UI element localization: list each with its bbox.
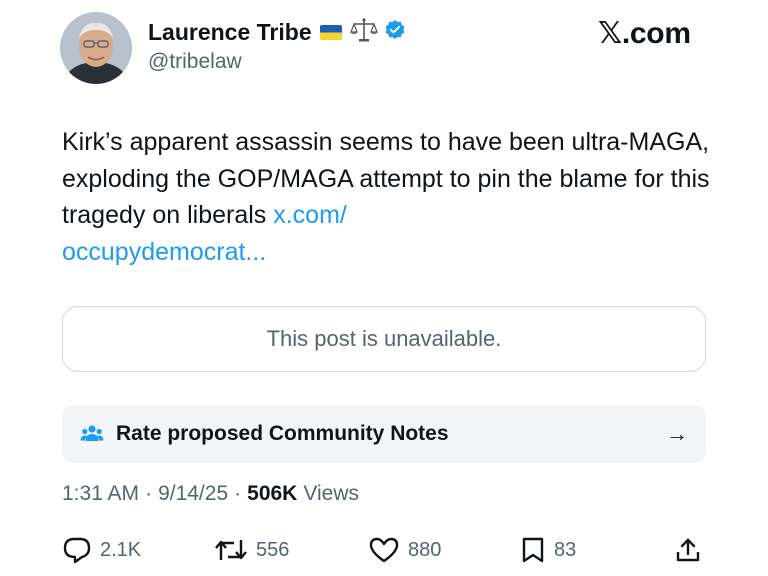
verified-badge-icon[interactable] bbox=[384, 19, 406, 46]
bookmark-icon bbox=[522, 537, 544, 563]
meta-separator: · bbox=[145, 482, 153, 505]
people-icon bbox=[80, 423, 104, 445]
reply-count: 2.1K bbox=[100, 538, 142, 561]
repost-icon bbox=[215, 540, 247, 560]
avatar-portrait bbox=[60, 12, 132, 84]
views-label: Views bbox=[303, 482, 359, 505]
views-count: 506K bbox=[247, 482, 298, 505]
heart-icon bbox=[369, 537, 399, 563]
author-name-row: Laurence Tribe bbox=[148, 16, 406, 48]
tweet-card: Laurence Tribe @tribelaw 𝕏.com Kirk’s ap… bbox=[0, 0, 768, 576]
meta-separator: · bbox=[234, 482, 242, 505]
reply-icon bbox=[63, 537, 91, 564]
reply-button[interactable]: 2.1K bbox=[62, 532, 141, 568]
post-body: Kirk’s apparent assassin seems to have b… bbox=[62, 124, 722, 270]
author-handle[interactable]: @tribelaw bbox=[148, 50, 242, 74]
post-meta: 1:31 AM · 9/14/25 · 506K Views bbox=[62, 482, 359, 506]
like-button[interactable]: 880 bbox=[368, 532, 441, 568]
x-logo: 𝕏.com bbox=[598, 17, 691, 50]
post-date[interactable]: 9/14/25 bbox=[158, 482, 228, 506]
action-bar: 2.1K 556 880 83 bbox=[62, 532, 706, 568]
repost-count: 556 bbox=[256, 538, 290, 561]
share-button[interactable] bbox=[674, 532, 702, 568]
bookmark-count: 83 bbox=[554, 538, 577, 561]
community-notes-banner[interactable]: Rate proposed Community Notes → bbox=[62, 405, 706, 463]
bookmark-button[interactable]: 83 bbox=[520, 532, 576, 568]
avatar[interactable] bbox=[60, 12, 132, 84]
repost-button[interactable]: 556 bbox=[214, 532, 289, 568]
post-time[interactable]: 1:31 AM bbox=[62, 482, 139, 506]
arrow-right-icon: → bbox=[666, 421, 688, 446]
post-text: Kirk’s apparent assassin seems to have b… bbox=[62, 128, 710, 229]
community-notes-label: Rate proposed Community Notes bbox=[116, 422, 449, 445]
balance-scale-icon bbox=[349, 17, 378, 48]
author-display-name[interactable]: Laurence Tribe bbox=[148, 19, 312, 46]
quoted-post-card: This post is unavailable. bbox=[62, 306, 706, 372]
ukraine-flag-icon bbox=[319, 24, 342, 40]
like-count: 880 bbox=[408, 538, 442, 561]
share-icon bbox=[676, 538, 700, 562]
unavailable-message: This post is unavailable. bbox=[266, 326, 502, 351]
